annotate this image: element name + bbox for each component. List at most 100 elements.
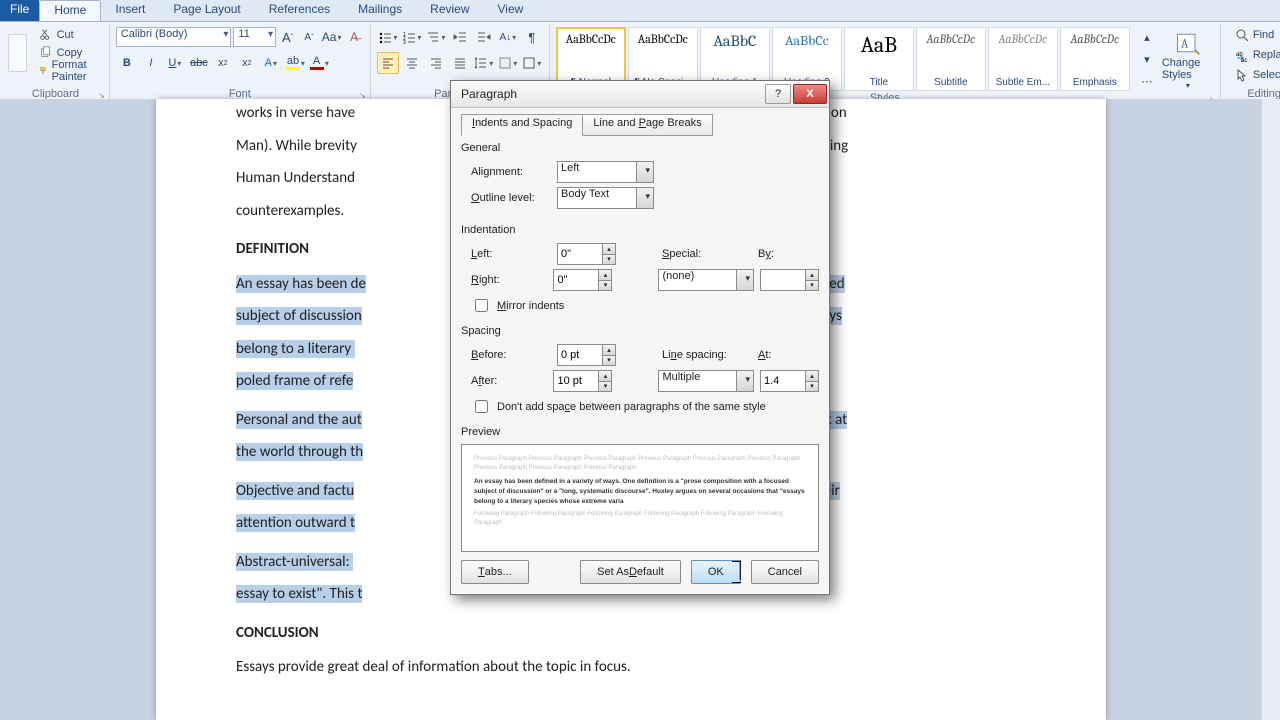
- section-preview: Preview: [461, 426, 819, 438]
- label-alignment: Alignment:: [471, 166, 551, 178]
- label-special: Special:: [662, 248, 752, 260]
- format-painter-button[interactable]: Format Painter: [35, 62, 103, 80]
- indent-icon[interactable]: [473, 26, 495, 48]
- ok-button[interactable]: OK: [691, 560, 741, 584]
- find-button[interactable]: Find▾: [1231, 26, 1280, 44]
- section-general: General: [461, 142, 819, 154]
- tab-file[interactable]: File: [0, 0, 39, 21]
- tab-view[interactable]: View: [484, 0, 538, 21]
- replace-button[interactable]: abacReplace: [1231, 46, 1280, 64]
- at-spinner[interactable]: ▴▾: [760, 370, 819, 392]
- paste-button[interactable]: [8, 34, 27, 72]
- align-left-icon[interactable]: [377, 52, 399, 74]
- align-right-icon[interactable]: [425, 52, 447, 74]
- ribbon-tabs: File Home Insert Page Layout References …: [0, 0, 1280, 22]
- label-indent-right: Right:: [471, 274, 547, 286]
- svg-text:3: 3: [403, 40, 406, 44]
- close-icon[interactable]: X: [793, 84, 827, 104]
- cancel-button[interactable]: Cancel: [751, 560, 819, 584]
- font-color-icon[interactable]: A: [308, 52, 330, 74]
- sort-icon[interactable]: A↓: [497, 26, 519, 48]
- tab-page-layout[interactable]: Page Layout: [159, 0, 254, 21]
- after-spinner[interactable]: ▴▾: [553, 370, 612, 392]
- svg-text:ac: ac: [1241, 58, 1247, 62]
- tab-insert[interactable]: Insert: [101, 0, 159, 21]
- align-center-icon[interactable]: [401, 52, 423, 74]
- vertical-scrollbar[interactable]: [1261, 99, 1280, 720]
- svg-text:A: A: [1181, 37, 1189, 51]
- tab-mailings[interactable]: Mailings: [344, 0, 416, 21]
- indent-left-spinner[interactable]: ▴▾: [557, 243, 616, 265]
- underline-icon[interactable]: U: [164, 52, 186, 74]
- tabs-button[interactable]: Tabs...: [461, 560, 529, 584]
- bold-icon[interactable]: B: [116, 52, 138, 74]
- dialog-title: Paragraph: [461, 87, 763, 101]
- tab-references[interactable]: References: [255, 0, 344, 21]
- mirror-indents-checkbox[interactable]: [475, 299, 488, 312]
- no-space-same-style-checkbox[interactable]: [475, 400, 488, 413]
- label-indent-left: Left:: [471, 248, 551, 260]
- label-outline: Outline level:: [471, 192, 551, 204]
- style-subtitle[interactable]: AaBbCcDcSubtitle: [916, 27, 986, 91]
- line-spacing-icon[interactable]: [473, 52, 495, 74]
- label-after: After:: [471, 375, 547, 387]
- bullets-icon[interactable]: [377, 26, 399, 48]
- italic-icon[interactable]: I: [140, 52, 162, 74]
- change-case-icon[interactable]: Aa: [321, 26, 343, 48]
- paragraph-dialog: Paragraph ? X IIndents and Spacingndents…: [450, 80, 830, 595]
- section-spacing: Spacing: [461, 325, 819, 337]
- superscript-icon[interactable]: x2: [236, 52, 258, 74]
- dialog-titlebar[interactable]: Paragraph ? X: [451, 81, 829, 108]
- font-name-combo[interactable]: Calibri (Body): [116, 27, 232, 47]
- style-emphasis[interactable]: AaBbCcDcEmphasis: [1060, 27, 1130, 91]
- shrink-font-icon[interactable]: Aˇ: [299, 26, 318, 48]
- label-by: By:: [758, 248, 788, 260]
- group-font: Calibri (Body) 11 Aˆ Aˇ Aa A̶ B I U abc …: [110, 24, 371, 102]
- shading-icon[interactable]: [497, 52, 519, 74]
- set-default-button[interactable]: Set As Default: [580, 560, 681, 584]
- label-nosame: Don't add space between paragraphs of th…: [497, 401, 766, 413]
- special-combo[interactable]: (none): [658, 269, 754, 291]
- heading-conclusion: CONCLUSION: [236, 619, 1026, 648]
- align-justify-icon[interactable]: [449, 52, 471, 74]
- tab-line-breaks[interactable]: Line and Page Breaks: [582, 114, 712, 136]
- preview-box: Previous Paragraph Previous Paragraph Pr…: [461, 444, 819, 552]
- show-marks-icon[interactable]: ¶: [521, 26, 543, 48]
- outdent-icon[interactable]: [449, 26, 471, 48]
- tab-home[interactable]: Home: [39, 0, 101, 21]
- style-title[interactable]: AaBTitle: [844, 27, 914, 91]
- group-editing: Find▾ abacReplace Select▾ Editing: [1221, 24, 1280, 102]
- text-effects-icon[interactable]: A: [260, 52, 282, 74]
- alignment-combo[interactable]: Left: [557, 161, 654, 183]
- section-indentation: Indentation: [461, 224, 819, 236]
- indent-right-spinner[interactable]: ▴▾: [553, 269, 612, 291]
- line-spacing-combo[interactable]: Multiple: [658, 370, 754, 392]
- label-at: At:: [758, 349, 788, 361]
- style-subtle-em---[interactable]: AaBbCcDcSubtle Em...: [988, 27, 1058, 91]
- clear-format-icon[interactable]: A̶: [344, 26, 363, 48]
- label-line-spacing: Line spacing:: [662, 349, 752, 361]
- group-clipboard: Cut Copy Format Painter Clipboard: [2, 24, 110, 102]
- subscript-icon[interactable]: x2: [212, 52, 234, 74]
- change-styles-button[interactable]: A Change Styles▾: [1162, 29, 1214, 90]
- borders-icon[interactable]: [521, 52, 543, 74]
- select-button[interactable]: Select▾: [1231, 66, 1280, 84]
- label-mirror: Mirror indents: [497, 300, 564, 312]
- cut-button[interactable]: Cut: [35, 26, 103, 44]
- tab-indents-spacing[interactable]: IIndents and Spacingndents and Spacing: [461, 114, 583, 136]
- label-before: Before:: [471, 349, 551, 361]
- by-spinner[interactable]: ▴▾: [760, 269, 819, 291]
- tab-review[interactable]: Review: [416, 0, 483, 21]
- numbering-icon[interactable]: 123: [401, 26, 423, 48]
- strike-icon[interactable]: abc: [188, 52, 210, 74]
- before-spinner[interactable]: ▴▾: [557, 344, 616, 366]
- highlight-icon[interactable]: ab: [284, 52, 306, 74]
- styles-expand-icon[interactable]: ⋯: [1136, 70, 1158, 92]
- styles-scroll-down-icon[interactable]: ▾: [1136, 48, 1158, 70]
- grow-font-icon[interactable]: Aˆ: [278, 26, 297, 48]
- font-size-combo[interactable]: 11: [233, 27, 276, 47]
- outline-combo[interactable]: Body Text: [557, 187, 654, 209]
- multilevel-icon[interactable]: [425, 26, 447, 48]
- help-icon[interactable]: ?: [765, 84, 791, 104]
- styles-scroll-up-icon[interactable]: ▴: [1136, 26, 1158, 48]
